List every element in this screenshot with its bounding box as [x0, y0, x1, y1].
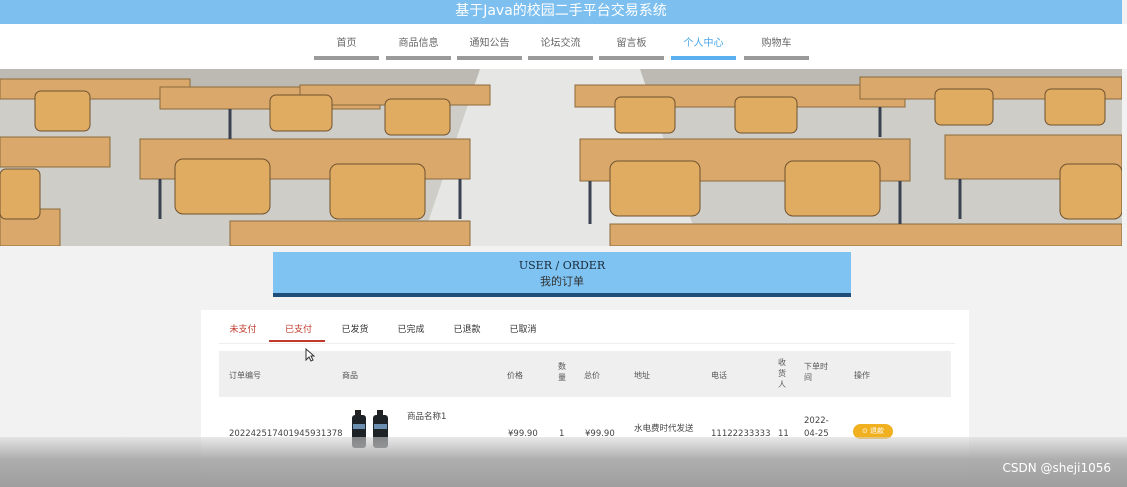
site-title-bar: 基于Java的校园二手平台交易系统: [0, 0, 1122, 24]
th-order-time-line1: 下单时: [804, 362, 828, 371]
th-quantity-line2: 量: [558, 373, 566, 382]
cell-product-name: 商品名称1: [407, 412, 447, 422]
banner-image: [0, 69, 1122, 246]
section-title-cn: 我的订单: [540, 275, 584, 288]
nav-item-home[interactable]: 首页: [314, 36, 379, 60]
refund-button-label: 退款: [870, 427, 885, 435]
th-address: 地址: [634, 371, 650, 380]
tab-unpaid[interactable]: 未支付: [229, 322, 257, 342]
tab-shipped[interactable]: 已发货: [341, 322, 369, 342]
section-header: USER / ORDER 我的订单: [273, 252, 851, 297]
tab-cancelled[interactable]: 已取消: [509, 322, 537, 342]
nav-item-messages[interactable]: 留言板: [599, 36, 664, 60]
th-quantity-line1: 数: [558, 362, 566, 371]
th-order-time: 下单时 间: [804, 361, 828, 383]
th-quantity: 数 量: [558, 361, 566, 383]
nav-item-forum[interactable]: 论坛交流: [528, 36, 593, 60]
watermark: CSDN @sheji1056: [1002, 461, 1111, 475]
nav-item-personal-center[interactable]: 个人中心: [671, 36, 736, 60]
tab-completed[interactable]: 已完成: [397, 322, 425, 342]
th-receiver-line2: 货: [778, 369, 786, 378]
th-action: 操作: [854, 371, 870, 380]
th-receiver-line3: 人: [778, 380, 786, 389]
tab-refunded[interactable]: 已退款: [453, 322, 481, 342]
th-receiver: 收 货 人: [778, 357, 786, 390]
tab-paid[interactable]: 已支付: [269, 322, 325, 342]
th-receiver-line1: 收: [778, 358, 786, 367]
section-title-en: USER / ORDER: [518, 259, 606, 272]
mouse-cursor-icon: [305, 348, 315, 362]
nav-item-cart[interactable]: 购物车: [744, 36, 809, 60]
th-price: 价格: [507, 371, 523, 380]
orders-table-header: 订单编号 商品 价格 数 量 总价 地址 电话 收 货 人 下单时 间 操作: [219, 351, 951, 397]
bottom-fade-overlay: [0, 437, 1127, 487]
th-phone: 电话: [711, 371, 727, 380]
nav-item-notices[interactable]: 通知公告: [457, 36, 522, 60]
cell-address: 水电费时代发送: [634, 424, 694, 434]
th-product: 商品: [342, 371, 358, 380]
order-status-tabs: 未支付 已支付 已发货 已完成 已退款 已取消: [219, 320, 955, 344]
site-title: 基于Java的校园二手平台交易系统: [455, 3, 667, 19]
cell-order-time-date: 2022-: [804, 416, 829, 426]
refund-icon: ⊙: [861, 427, 868, 435]
classroom-illustration: [0, 69, 1122, 246]
th-order-no: 订单编号: [229, 371, 261, 380]
nav-item-products[interactable]: 商品信息: [386, 36, 451, 60]
th-total: 总价: [584, 371, 600, 380]
th-order-time-line2: 间: [804, 373, 812, 382]
main-nav: 首页 商品信息 通知公告 论坛交流 留言板 个人中心 购物车: [0, 24, 1127, 69]
